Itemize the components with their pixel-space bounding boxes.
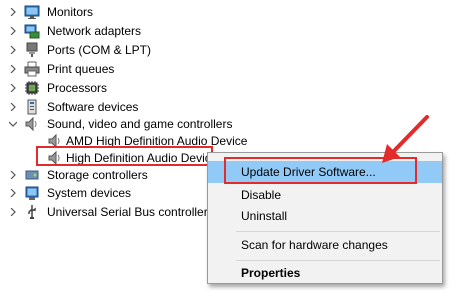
annotation-arrow-icon <box>382 115 429 163</box>
